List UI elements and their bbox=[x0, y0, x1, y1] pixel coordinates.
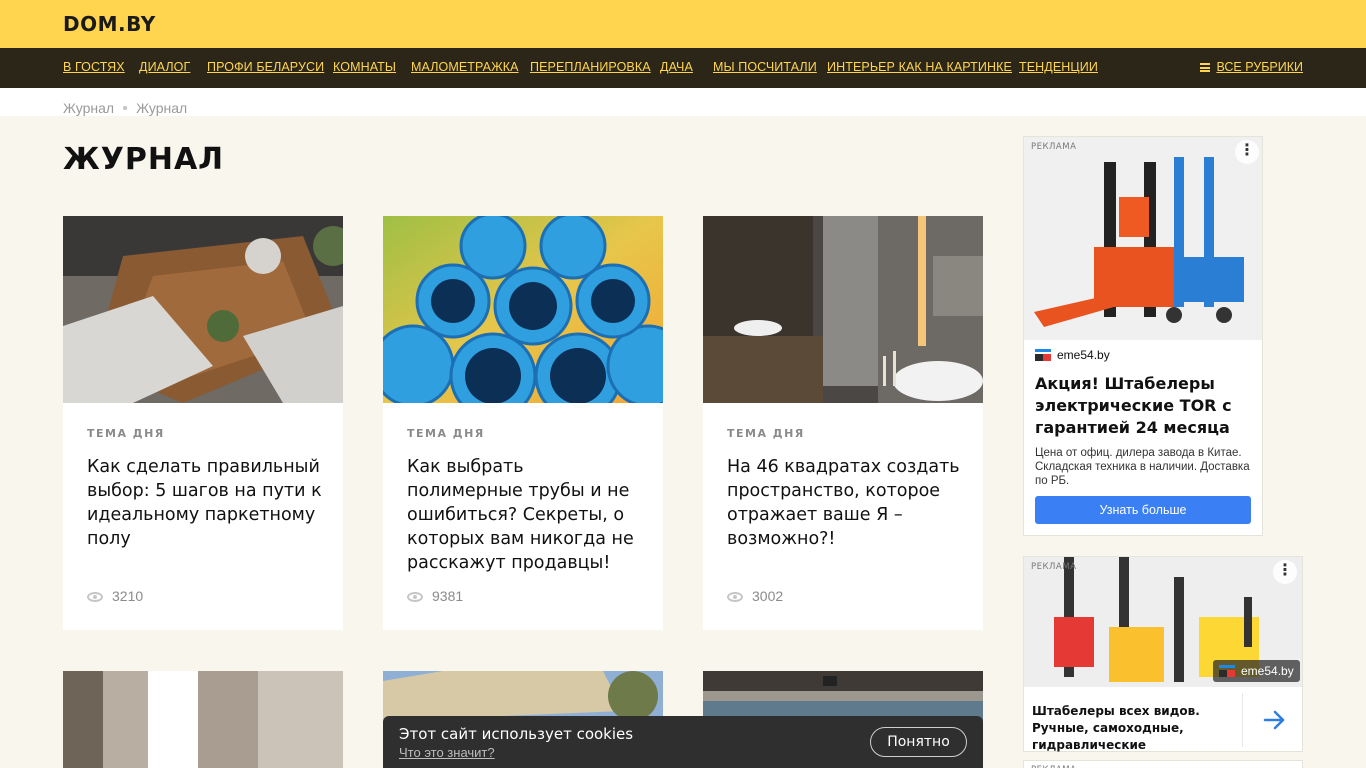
article-image-curtains[interactable] bbox=[63, 671, 343, 768]
article-image-bathroom[interactable] bbox=[703, 216, 983, 403]
nav-item-profi[interactable]: ПРОФИ БЕЛАРУСИ bbox=[207, 60, 324, 74]
cookie-info-link[interactable]: Что это значит? bbox=[399, 745, 495, 760]
nav-item-interer[interactable]: ИНТЕРЬЕР КАК НА КАРТИНКЕ bbox=[827, 60, 1012, 74]
nav-item-pereplanirovka[interactable]: ПЕРЕПЛАНИРОВКА bbox=[530, 60, 651, 74]
article-card-3[interactable]: ТЕМА ДНЯ На 46 квадратах создать простра… bbox=[703, 216, 983, 630]
views-count: 3002 bbox=[752, 588, 784, 604]
eme-logo-icon bbox=[1035, 349, 1051, 361]
cookie-message: Этот сайт использует cookies bbox=[399, 725, 634, 743]
article-title[interactable]: На 46 квадратах создать пространство, ко… bbox=[727, 455, 963, 551]
ad-label: РЕКЛАМА bbox=[1031, 562, 1077, 572]
nav-item-dacha[interactable]: ДАЧА bbox=[660, 60, 693, 74]
article-title[interactable]: Как выбрать полимерные трубы и не ошибит… bbox=[407, 455, 643, 575]
ad-image-stackers[interactable] bbox=[1024, 137, 1262, 340]
article-rubric: ТЕМА ДНЯ bbox=[87, 427, 165, 440]
rubric-nav: В ГОСТЯХ ДИАЛОГ ПРОФИ БЕЛАРУСИ КОМНАТЫ М… bbox=[0, 48, 1366, 88]
arrow-right-icon[interactable] bbox=[1252, 705, 1296, 735]
nav-item-my-poschitali[interactable]: МЫ ПОСЧИТАЛИ bbox=[713, 60, 817, 74]
article-views: 3210 bbox=[87, 588, 143, 604]
breadcrumb-item[interactable]: Журнал bbox=[63, 100, 114, 116]
nav-item-dialog[interactable]: ДИАЛОГ bbox=[139, 60, 190, 74]
ad-banner-3[interactable]: РЕКЛАМА bbox=[1023, 760, 1303, 768]
breadcrumb-bar: Журнал Журнал bbox=[0, 88, 1366, 116]
eye-icon bbox=[407, 592, 423, 602]
nav-item-malometrazhka[interactable]: МАЛОМЕТРАЖКА bbox=[411, 60, 519, 74]
article-views: 3002 bbox=[727, 588, 783, 604]
nav-item-v-gostyah[interactable]: В ГОСТЯХ bbox=[63, 60, 125, 74]
ad-text[interactable]: Штабелеры всех видов. Ручные, самоходные… bbox=[1032, 703, 1240, 754]
article-card-4[interactable] bbox=[63, 671, 343, 768]
cookie-banner: Этот сайт использует cookies Что это зна… bbox=[383, 716, 983, 768]
top-header: DOM.BY bbox=[0, 0, 1366, 48]
ad-domain-chip[interactable]: eme54.by bbox=[1213, 660, 1300, 682]
eye-icon bbox=[87, 592, 103, 602]
more-vertical-icon[interactable]: ⋮ bbox=[1235, 140, 1259, 164]
all-rubrics-label: ВСЕ РУБРИКИ bbox=[1216, 60, 1303, 74]
article-rubric: ТЕМА ДНЯ bbox=[407, 427, 485, 440]
ad-banner-1[interactable]: РЕКЛАМА ⋮ eme54.by Акция! Штабелеры элек… bbox=[1023, 136, 1263, 536]
breadcrumb-current: Журнал bbox=[136, 100, 188, 116]
menu-icon bbox=[1200, 63, 1211, 72]
ad-cta-button[interactable]: Узнать больше bbox=[1035, 496, 1251, 524]
ad-divider bbox=[1242, 693, 1243, 747]
nav-item-tendencii[interactable]: ТЕНДЕНЦИИ bbox=[1019, 60, 1098, 74]
article-image-living-room[interactable] bbox=[63, 216, 343, 403]
eme-logo-icon bbox=[1219, 665, 1235, 677]
article-title[interactable]: Как сделать правильный выбор: 5 шагов на… bbox=[87, 455, 323, 551]
article-card-1[interactable]: ТЕМА ДНЯ Как сделать правильный выбор: 5… bbox=[63, 216, 343, 630]
site-logo[interactable]: DOM.BY bbox=[63, 12, 156, 36]
more-vertical-icon[interactable]: ⋮ bbox=[1273, 560, 1297, 584]
breadcrumb-separator bbox=[123, 106, 128, 110]
eye-icon bbox=[727, 592, 743, 602]
views-count: 9381 bbox=[432, 588, 464, 604]
article-image-pipes[interactable] bbox=[383, 216, 663, 403]
cookie-accept-button[interactable]: Понятно bbox=[870, 727, 967, 757]
page-title: ЖУРНАЛ bbox=[63, 142, 225, 177]
article-rubric: ТЕМА ДНЯ bbox=[727, 427, 805, 440]
ad-domain-text: eme54.by bbox=[1241, 664, 1294, 678]
nav-item-komnaty[interactable]: КОМНАТЫ bbox=[333, 60, 396, 74]
breadcrumb: Журнал Журнал bbox=[63, 100, 187, 116]
views-count: 3210 bbox=[112, 588, 144, 604]
ad-headline[interactable]: Акция! Штабелеры электрические TOR с гар… bbox=[1035, 373, 1257, 439]
ad-domain-text: eme54.by bbox=[1057, 348, 1110, 362]
ad-label: РЕКЛАМА bbox=[1031, 142, 1077, 152]
ad-banner-2[interactable]: РЕКЛАМА ⋮ eme54.by Штабелеры всех видов.… bbox=[1023, 556, 1303, 752]
all-rubrics-link[interactable]: ВСЕ РУБРИКИ bbox=[1200, 60, 1303, 74]
ad-domain[interactable]: eme54.by bbox=[1035, 348, 1110, 362]
article-card-2[interactable]: ТЕМА ДНЯ Как выбрать полимерные трубы и … bbox=[383, 216, 663, 630]
article-views: 9381 bbox=[407, 588, 463, 604]
ad-description: Цена от офиц. дилера завода в Китае. Скл… bbox=[1035, 447, 1250, 487]
